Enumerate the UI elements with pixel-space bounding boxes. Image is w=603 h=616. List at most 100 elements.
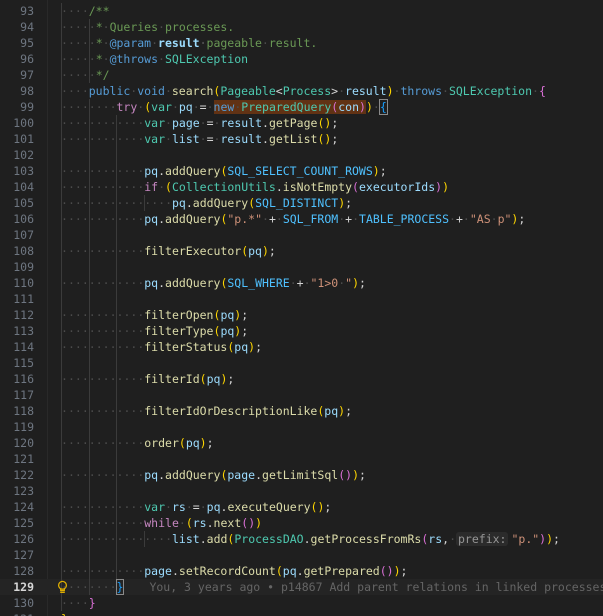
code-line-content[interactable]: ········try·(var·pq·=·new·PreparedQuery(… [61, 99, 388, 115]
line-number[interactable]: 103 [0, 163, 34, 179]
code-token: add [206, 532, 228, 546]
code-line: 94 ·····*·Queries·processes. [0, 19, 603, 35]
line-number[interactable]: 116 [0, 371, 34, 387]
line-number[interactable]: 119 [0, 419, 34, 435]
line-number[interactable]: 96 [0, 51, 34, 67]
line-number[interactable]: 125 [0, 515, 34, 531]
code-line-content[interactable]: ············page.setRecordCount(pq.getPr… [61, 563, 407, 579]
code-line-content[interactable]: ············var·list·=·result.getList(); [61, 131, 338, 147]
code-line: 126 ················list.add(ProcessDAO.g… [0, 531, 603, 547]
code-line-content[interactable]: ············var·rs·=·pq.executeQuery(); [61, 499, 331, 515]
code-line-content[interactable]: ····} [61, 595, 96, 611]
line-number[interactable]: 118 [0, 403, 34, 419]
line-number[interactable]: 115 [0, 355, 34, 371]
code-line: 129 ········} You, 3 years ago • p14867 Ad… [0, 579, 603, 595]
code-token: try· [116, 100, 145, 114]
line-number[interactable]: 107 [0, 227, 34, 243]
code-token: ; [553, 532, 560, 546]
line-number[interactable]: 131 [0, 611, 34, 616]
code-line-content[interactable]: ·····*·@throws·SQLException [61, 51, 248, 67]
line-number[interactable]: 95 [0, 35, 34, 51]
indent-guide [88, 451, 90, 467]
code-token: list· [171, 132, 207, 146]
code-line-content[interactable]: ············filterIdOrDescriptionLike(pq… [61, 403, 352, 419]
code-token: ) [359, 100, 366, 114]
line-number[interactable]: 130 [0, 595, 34, 611]
line-number[interactable]: 93 [0, 3, 34, 19]
line-number[interactable]: 108 [0, 243, 34, 259]
code-token: @param· [109, 36, 159, 50]
code-line: 131} [0, 611, 603, 616]
line-number[interactable]: 124 [0, 499, 34, 515]
code-line-content[interactable]: ············order(pq); [61, 435, 214, 451]
line-number[interactable]: 101 [0, 131, 34, 147]
code-line-content[interactable]: ············filterExecutor(pq); [61, 243, 276, 259]
code-token: result· [158, 36, 207, 50]
line-number[interactable]: 109 [0, 259, 34, 275]
line-number[interactable]: 121 [0, 451, 34, 467]
line-number[interactable]: 97 [0, 67, 34, 83]
line-number[interactable]: 117 [0, 387, 34, 403]
code-token: addQuery [165, 276, 221, 290]
code-token: addQuery [192, 196, 249, 210]
code-line-content[interactable]: ············var·page·=·result.getPage(); [61, 115, 338, 131]
line-number[interactable]: 114 [0, 339, 34, 355]
line-number[interactable]: 126 [0, 531, 34, 547]
line-number[interactable]: 129 [0, 579, 34, 595]
code-token: ) [255, 516, 263, 530]
code-line-content[interactable]: ·····*·Queries·processes. [61, 19, 234, 35]
code-line-content[interactable]: ········} You, 3 years ago • p14867 Add p… [61, 579, 603, 595]
code-line-content[interactable]: ················list.add(ProcessDAO.getP… [61, 531, 560, 547]
indent-guide [116, 227, 118, 243]
code-token: void· [137, 84, 172, 98]
line-number[interactable]: 98 [0, 83, 34, 99]
code-line-content[interactable]: ············pq.addQuery(SQL_WHERE·+·"1>0… [61, 275, 366, 291]
code-line-content[interactable]: ············while·(rs.next()) [61, 515, 262, 531]
line-number[interactable]: 120 [0, 435, 34, 451]
line-number[interactable]: 100 [0, 115, 34, 131]
line-number[interactable]: 105 [0, 195, 34, 211]
code-token: new· [213, 100, 242, 114]
line-number[interactable]: 113 [0, 323, 34, 339]
line-number[interactable]: 128 [0, 563, 34, 579]
code-line-content[interactable]: ············filterType(pq); [61, 323, 248, 339]
line-number[interactable]: 106 [0, 211, 34, 227]
code-token: ( [199, 372, 207, 386]
code-line-content[interactable]: ·····*·@param·result·pageable·result. [61, 35, 317, 51]
indent-guide [116, 387, 118, 403]
code-line-content[interactable]: ············filterOpen(pq); [61, 307, 248, 323]
code-line-content[interactable]: ············pq.addQuery(SQL_SELECT_COUNT… [61, 163, 387, 179]
code-token: . [275, 180, 283, 194]
code-token: ) [261, 244, 269, 258]
code-line-content[interactable]: ············pq.addQuery("p.*"·+·SQL_FROM… [61, 211, 525, 227]
code-editor[interactable]: 93 ····/** 94 ·····*·Queries·processes. 95 ··… [0, 0, 603, 616]
code-token: · [338, 84, 346, 98]
code-line: 101 ············var·list·=·result.getList… [0, 131, 603, 147]
code-line-content[interactable]: ············filterId(pq); [61, 371, 234, 387]
line-number[interactable]: 110 [0, 275, 34, 291]
code-token: ; [324, 500, 332, 514]
indent-guide [116, 291, 118, 307]
code-line-content[interactable]: ············pq.addQuery(page.getLimitSql… [61, 467, 366, 483]
code-line-content[interactable]: ············filterStatus(pq); [61, 339, 262, 355]
indent-guide [116, 483, 118, 499]
line-number[interactable]: 111 [0, 291, 34, 307]
indent-guide [88, 227, 90, 243]
code-line-content[interactable]: ····/** [61, 3, 110, 19]
line-number[interactable]: 127 [0, 547, 34, 563]
line-number[interactable]: 99 [0, 99, 34, 115]
code-line-content[interactable]: ·····*/ [61, 67, 110, 83]
line-number[interactable]: 94 [0, 19, 34, 35]
code-line-content[interactable]: ················pq.addQuery(SQL_DISTINCT… [61, 195, 352, 211]
line-number[interactable]: 112 [0, 307, 34, 323]
line-number[interactable]: 104 [0, 179, 34, 195]
code-token: var· [151, 100, 179, 114]
line-number[interactable]: 123 [0, 483, 34, 499]
line-number[interactable]: 122 [0, 467, 34, 483]
code-line-content[interactable]: ····public·void·search(Pageable<Process>… [61, 83, 546, 99]
indent-guide [61, 259, 62, 275]
line-number[interactable]: 102 [0, 147, 34, 163]
code-line-content[interactable]: ············if·(CollectionUtils.isNotEmp… [61, 179, 449, 195]
code-line-content[interactable]: } [61, 611, 68, 616]
indent-guide [61, 451, 62, 467]
